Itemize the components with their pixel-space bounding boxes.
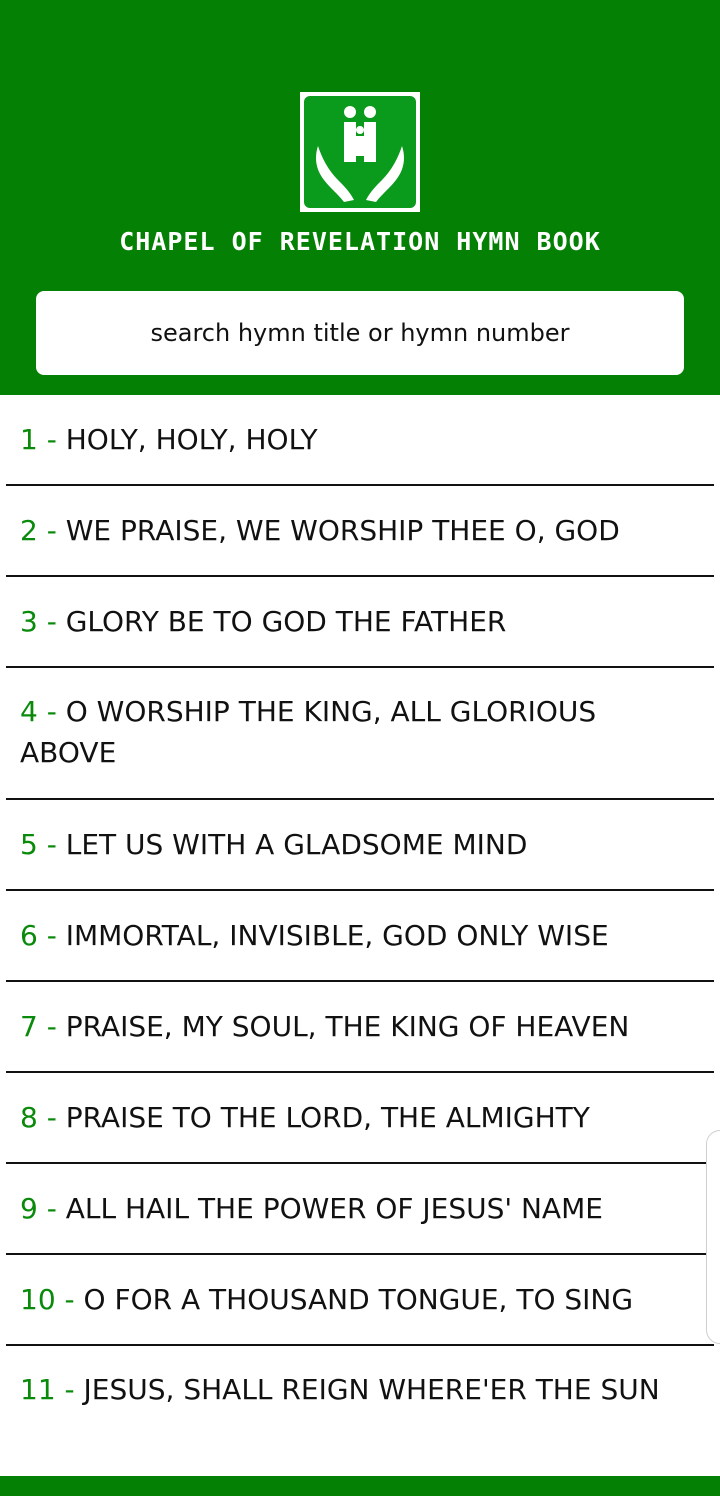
- hymn-number: 7 -: [20, 1010, 66, 1043]
- hymn-list-item-1[interactable]: 1 - HOLY, HOLY, HOLY: [6, 395, 714, 486]
- hymn-title: WE PRAISE, WE WORSHIP THEE O, GOD: [65, 514, 620, 547]
- hymn-list-item-8[interactable]: 8 - PRAISE TO THE LORD, THE ALMIGHTY: [6, 1073, 714, 1164]
- app-logo: [300, 92, 420, 212]
- hymn-list-item-6[interactable]: 6 - IMMORTAL, INVISIBLE, GOD ONLY WISE: [6, 891, 714, 982]
- hymn-list-item-5[interactable]: 5 - LET US WITH A GLADSOME MIND: [6, 800, 714, 891]
- hymn-title: GLORY BE TO GOD THE FATHER: [65, 605, 507, 638]
- hymn-number: 10 -: [20, 1283, 84, 1316]
- hymn-title: PRAISE TO THE LORD, THE ALMIGHTY: [65, 1101, 590, 1134]
- app-root: CHAPEL OF REVELATION HYMN BOOK 1 - HOLY,…: [0, 0, 720, 1496]
- edge-panel-handle[interactable]: [706, 1130, 720, 1344]
- hymn-title: JESUS, SHALL REIGN WHERE'ER THE SUN: [83, 1373, 660, 1406]
- hymn-title: ALL HAIL THE POWER OF JESUS' NAME: [65, 1192, 603, 1225]
- hymn-number: 9 -: [20, 1192, 66, 1225]
- hymn-entry: 3 - GLORY BE TO GOD THE FATHER: [20, 601, 506, 642]
- hymn-entry: 11 - JESUS, SHALL REIGN WHERE'ER THE SUN: [20, 1369, 660, 1410]
- hymn-number: 1 -: [20, 423, 66, 456]
- header: CHAPEL OF REVELATION HYMN BOOK: [0, 0, 720, 395]
- hymn-number: 11 -: [20, 1373, 84, 1406]
- hymn-entry: 2 - WE PRAISE, WE WORSHIP THEE O, GOD: [20, 510, 620, 551]
- hymn-entry: 7 - PRAISE, MY SOUL, THE KING OF HEAVEN: [20, 1006, 629, 1047]
- hymn-entry: 8 - PRAISE TO THE LORD, THE ALMIGHTY: [20, 1097, 590, 1138]
- hymn-number: 2 -: [20, 514, 66, 547]
- hymn-number: 6 -: [20, 919, 66, 952]
- hymn-entry: 4 - O WORSHIP THE KING, ALL GLORIOUS ABO…: [20, 691, 700, 773]
- hymn-title: O WORSHIP THE KING, ALL GLORIOUS ABOVE: [20, 695, 597, 769]
- hymn-number: 3 -: [20, 605, 66, 638]
- hymn-entry: 1 - HOLY, HOLY, HOLY: [20, 419, 318, 460]
- hymn-number: 4 -: [20, 695, 66, 728]
- app-title: CHAPEL OF REVELATION HYMN BOOK: [119, 227, 601, 256]
- hymn-list-item-11[interactable]: 11 - JESUS, SHALL REIGN WHERE'ER THE SUN: [6, 1346, 714, 1478]
- hymn-title: LET US WITH A GLADSOME MIND: [65, 828, 528, 861]
- logo-graphic-icon: [316, 106, 404, 202]
- hymn-list-item-10[interactable]: 10 - O FOR A THOUSAND TONGUE, TO SING: [6, 1255, 714, 1346]
- hymn-entry: 10 - O FOR A THOUSAND TONGUE, TO SING: [20, 1279, 633, 1320]
- hymn-list: 1 - HOLY, HOLY, HOLY 2 - WE PRAISE, WE W…: [0, 395, 720, 1478]
- hymn-entry: 5 - LET US WITH A GLADSOME MIND: [20, 824, 527, 865]
- hymn-title: PRAISE, MY SOUL, THE KING OF HEAVEN: [65, 1010, 630, 1043]
- hymn-entry: 6 - IMMORTAL, INVISIBLE, GOD ONLY WISE: [20, 915, 609, 956]
- hymn-list-item-9[interactable]: 9 - ALL HAIL THE POWER OF JESUS' NAME: [6, 1164, 714, 1255]
- hymn-number: 5 -: [20, 828, 66, 861]
- hymn-title: O FOR A THOUSAND TONGUE, TO SING: [83, 1283, 634, 1316]
- hymn-list-item-2[interactable]: 2 - WE PRAISE, WE WORSHIP THEE O, GOD: [6, 486, 714, 577]
- search-input[interactable]: [36, 291, 684, 375]
- hymn-list-item-3[interactable]: 3 - GLORY BE TO GOD THE FATHER: [6, 577, 714, 668]
- praying-hands-family-logo-icon: [304, 96, 416, 208]
- bottom-bar: [0, 1476, 720, 1496]
- hymn-title: HOLY, HOLY, HOLY: [65, 423, 318, 456]
- hymn-entry: 9 - ALL HAIL THE POWER OF JESUS' NAME: [20, 1188, 603, 1229]
- hymn-title: IMMORTAL, INVISIBLE, GOD ONLY WISE: [65, 919, 609, 952]
- hymn-number: 8 -: [20, 1101, 66, 1134]
- hymn-list-item-7[interactable]: 7 - PRAISE, MY SOUL, THE KING OF HEAVEN: [6, 982, 714, 1073]
- hymn-list-item-4[interactable]: 4 - O WORSHIP THE KING, ALL GLORIOUS ABO…: [6, 668, 714, 800]
